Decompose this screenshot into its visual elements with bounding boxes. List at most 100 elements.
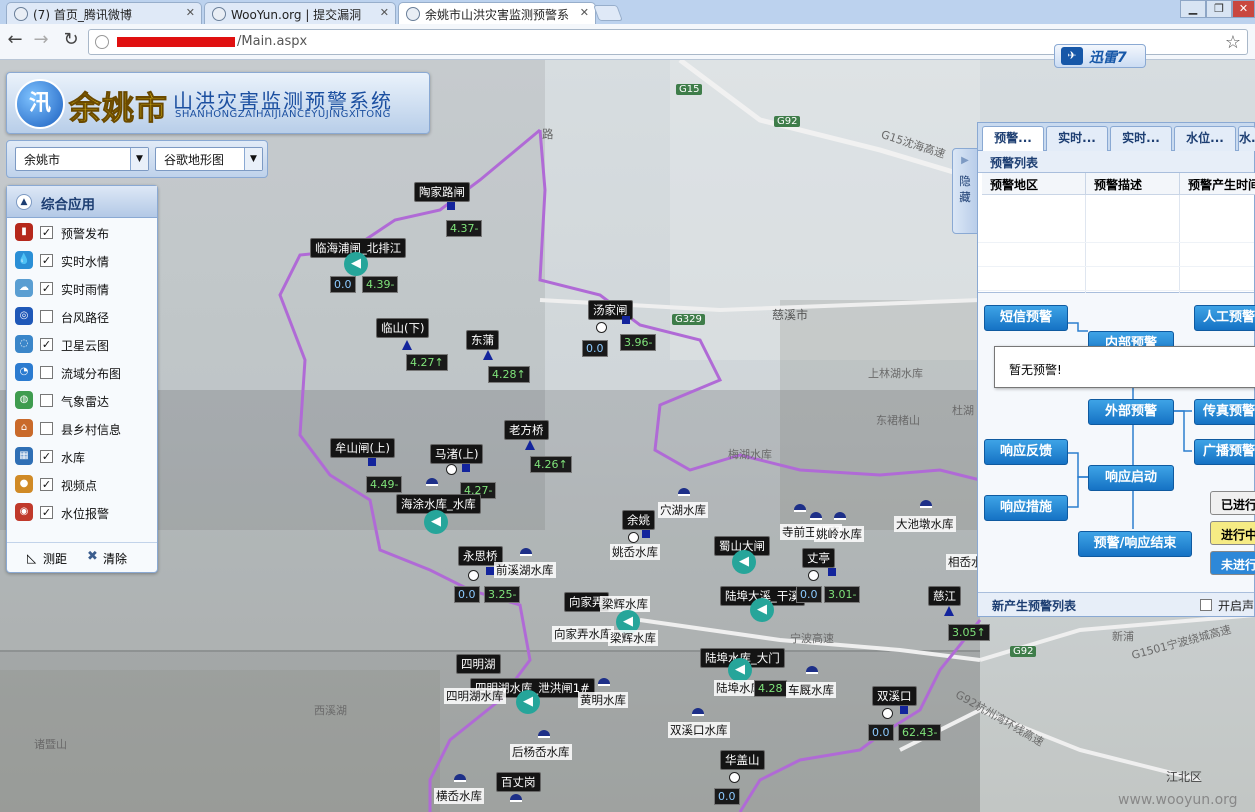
reservoir-icon[interactable]	[834, 512, 846, 520]
rain-gauge-icon[interactable]	[729, 772, 740, 783]
forward-arrow-icon[interactable]: →	[30, 30, 52, 52]
tab-more[interactable]: 水...	[1238, 126, 1255, 151]
reservoir-icon[interactable]	[806, 666, 818, 674]
reservoir-icon[interactable]	[692, 708, 704, 716]
reservoir-icon[interactable]	[510, 794, 522, 802]
tab-warning[interactable]: 预警...	[982, 126, 1044, 151]
response-measures-step[interactable]: 响应措施	[984, 495, 1068, 521]
broadcast-speaker-icon[interactable]: ◀	[344, 252, 368, 276]
rain-gauge-icon[interactable]	[596, 322, 607, 333]
water-level-station-icon[interactable]	[622, 316, 630, 324]
station-label[interactable]: 慈江	[928, 586, 961, 606]
layer-checkbox[interactable]: ✓	[40, 254, 53, 267]
station-label[interactable]: 马渚(上)	[430, 444, 484, 464]
layer-checkbox[interactable]: ✓	[40, 478, 53, 491]
layer-item[interactable]: ▮ ✓ 预警发布	[7, 218, 157, 246]
layer-checkbox[interactable]	[40, 422, 53, 435]
sound-checkbox[interactable]	[1200, 599, 1212, 611]
tab-tencent-weibo[interactable]: (7) 首页_腾讯微博 ✕	[6, 2, 202, 24]
close-icon[interactable]: ✕	[580, 6, 589, 19]
station-label[interactable]: 丈亭	[802, 548, 835, 568]
broadcast-speaker-icon[interactable]: ◀	[516, 690, 540, 714]
restore-icon[interactable]: ❐	[1206, 0, 1232, 18]
rain-gauge-icon[interactable]	[882, 708, 893, 719]
reservoir-icon[interactable]	[426, 478, 438, 486]
bookmark-star-icon[interactable]: ☆	[1225, 32, 1241, 53]
measure-button[interactable]: 测距	[43, 550, 67, 567]
layer-item[interactable]: ⌂ 县乡村信息	[7, 414, 157, 442]
layer-checkbox[interactable]	[40, 310, 53, 323]
response-feedback-step[interactable]: 响应反馈	[984, 439, 1068, 465]
water-level-station-icon[interactable]	[368, 458, 376, 466]
rain-gauge-icon[interactable]	[468, 570, 479, 581]
dropdown-arrow-icon[interactable]: ▼	[244, 148, 262, 170]
close-icon[interactable]: ✕	[380, 6, 389, 19]
layer-item[interactable]: ◌ ✓ 卫星云图	[7, 330, 157, 358]
column-header[interactable]: 预警描述	[1086, 173, 1180, 195]
tide-station-icon[interactable]	[525, 440, 535, 450]
reservoir-icon[interactable]	[454, 774, 466, 782]
tide-station-icon[interactable]	[483, 350, 493, 360]
layer-checkbox[interactable]	[40, 394, 53, 407]
tab-wooyun[interactable]: WooYun.org | 提交漏洞 ✕	[204, 2, 396, 24]
hide-panel-tab[interactable]: ▶ 隐藏	[952, 148, 978, 234]
layer-checkbox[interactable]: ✓	[40, 282, 53, 295]
station-label[interactable]: 四明湖	[456, 654, 501, 674]
layer-checkbox[interactable]	[40, 366, 53, 379]
new-tab-button[interactable]	[593, 5, 623, 21]
station-label[interactable]: 余姚	[622, 510, 655, 530]
layer-item[interactable]: ● ✓ 视频点	[7, 470, 157, 498]
station-label[interactable]: 老方桥	[504, 420, 549, 440]
manual-warning-step[interactable]: 人工预警	[1194, 305, 1255, 331]
minimize-icon[interactable]: ▁	[1180, 0, 1206, 18]
layer-item[interactable]: ▦ ✓ 水库	[7, 442, 157, 470]
broadcast-speaker-icon[interactable]: ◀	[750, 598, 774, 622]
maptype-select[interactable]: 谷歌地形图 ▼	[155, 147, 263, 171]
response-start-step[interactable]: 响应启动	[1088, 465, 1174, 491]
station-label[interactable]: 百丈岗	[496, 772, 541, 792]
water-level-station-icon[interactable]	[447, 202, 455, 210]
station-label[interactable]: 东蒲	[466, 330, 499, 350]
tide-station-icon[interactable]	[402, 340, 412, 350]
water-level-station-icon[interactable]	[828, 568, 836, 576]
water-level-station-icon[interactable]	[462, 464, 470, 472]
eraser-icon[interactable]: ✖	[87, 549, 98, 564]
reservoir-icon[interactable]	[538, 730, 550, 738]
reservoir-icon[interactable]	[598, 678, 610, 686]
layer-item[interactable]: 💧 ✓ 实时水情	[7, 246, 157, 274]
layer-panel-header[interactable]: ▲ 综合应用	[7, 186, 157, 218]
tab-yuyao-flood[interactable]: 余姚市山洪灾害监测预警系 ✕	[398, 2, 596, 25]
station-label[interactable]: 临山(下)	[376, 318, 430, 338]
ruler-icon[interactable]: ◺	[27, 551, 36, 565]
reservoir-icon[interactable]	[520, 548, 532, 556]
station-label[interactable]: 牟山闸(上)	[330, 438, 395, 458]
tab-realtime-rain[interactable]: 实时...	[1110, 126, 1172, 151]
broadcast-warning-step[interactable]: 广播预警	[1194, 439, 1255, 465]
station-label[interactable]: 陶家路闸	[414, 182, 470, 202]
station-label[interactable]: 路	[540, 126, 556, 142]
clear-button[interactable]: 清除	[103, 550, 127, 567]
column-header[interactable]: 预警产生时间	[1180, 173, 1255, 195]
station-label[interactable]: 华盖山	[720, 750, 765, 770]
layer-checkbox[interactable]: ✓	[40, 450, 53, 463]
tab-water-level[interactable]: 水位...	[1174, 126, 1236, 151]
water-level-station-icon[interactable]	[642, 530, 650, 538]
layer-checkbox[interactable]: ✓	[40, 506, 53, 519]
layer-item[interactable]: ◍ 气象雷达	[7, 386, 157, 414]
layer-checkbox[interactable]: ✓	[40, 338, 53, 351]
rain-gauge-icon[interactable]	[628, 532, 639, 543]
water-level-station-icon[interactable]	[900, 706, 908, 714]
broadcast-speaker-icon[interactable]: ◀	[732, 550, 756, 574]
layer-item[interactable]: ◉ ✓ 水位报警	[7, 498, 157, 526]
reservoir-icon[interactable]	[678, 488, 690, 496]
reservoir-icon[interactable]	[810, 512, 822, 520]
layer-item[interactable]: ◔ 流域分布图	[7, 358, 157, 386]
xunlei-toolbar-button[interactable]: ✈ 迅雷7	[1054, 44, 1146, 68]
tide-station-icon[interactable]	[944, 606, 954, 616]
water-level-station-icon[interactable]	[486, 567, 494, 575]
collapse-caret-icon[interactable]: ▲	[16, 194, 32, 210]
fax-warning-step[interactable]: 传真预警	[1194, 399, 1255, 425]
external-warning-step[interactable]: 外部预警	[1088, 399, 1174, 425]
tab-realtime-water[interactable]: 实时...	[1046, 126, 1108, 151]
region-select[interactable]: 余姚市 ▼	[15, 147, 149, 171]
